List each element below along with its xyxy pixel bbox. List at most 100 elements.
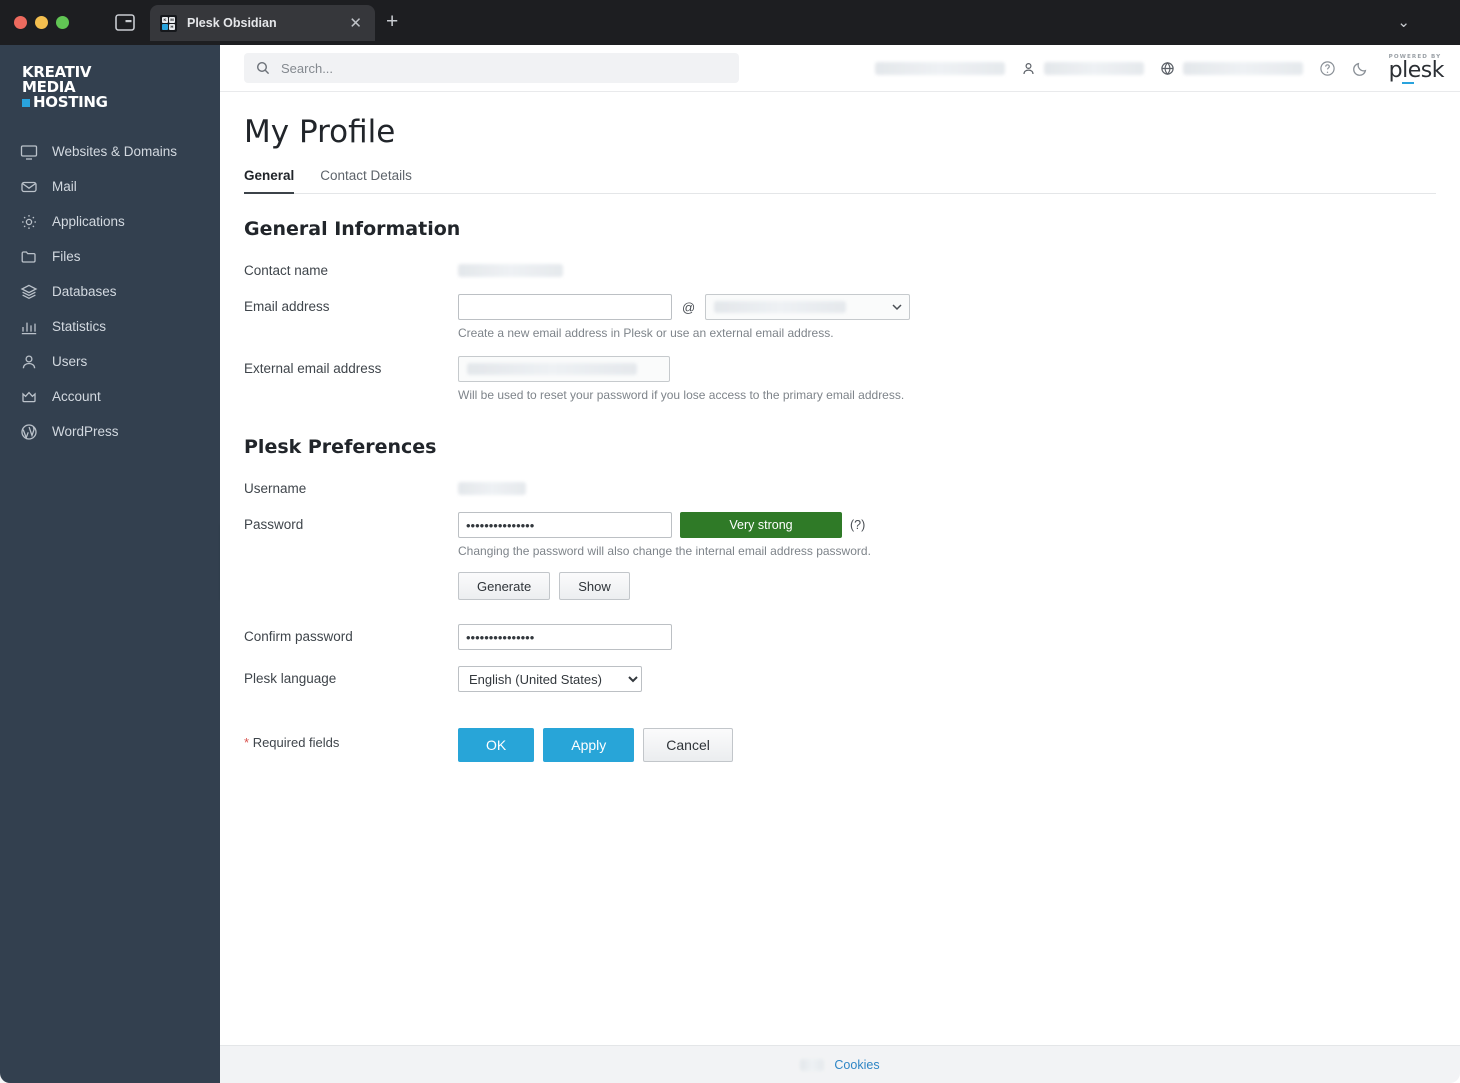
dark-mode-icon[interactable]	[1352, 60, 1369, 77]
help-icon[interactable]	[1319, 60, 1336, 77]
form-action-buttons: OK Apply Cancel	[458, 728, 1436, 762]
plesk-language-field: English (United States)	[458, 666, 1436, 692]
external-email-redacted-value	[467, 363, 637, 375]
search-box[interactable]	[244, 53, 739, 83]
favicon-kmh-icon: K M H	[160, 14, 177, 32]
favicon-cell-m: M	[169, 16, 175, 23]
show-password-button[interactable]: Show	[559, 572, 630, 600]
cookies-link[interactable]: Cookies	[834, 1058, 879, 1072]
sidebar-item-statistics[interactable]: Statistics	[0, 309, 220, 344]
sidebar-item-mail[interactable]: Mail	[0, 169, 220, 204]
row-confirm-password: Confirm password	[244, 624, 1436, 650]
plesk-wordmark-text: plesk	[1388, 58, 1445, 83]
sidebar-item-label: Websites & Domains	[52, 144, 178, 159]
browser-sidebar-icon[interactable]	[113, 11, 137, 33]
email-domain-select[interactable]	[705, 294, 911, 320]
password-input[interactable]	[458, 512, 672, 538]
window-traffic-lights	[14, 16, 69, 29]
password-field: Very strong (?) Changing the password wi…	[458, 512, 1436, 600]
ok-button[interactable]: OK	[458, 728, 535, 762]
email-address-field: @ Create a new email address in Plesk or…	[458, 294, 1436, 340]
brand-logo[interactable]: KREATIV MEDIA HOSTING	[0, 53, 220, 124]
password-buttons: Generate Show	[458, 572, 1436, 600]
new-tab-button[interactable]: +	[386, 11, 398, 32]
favicon-cell-h: H	[169, 23, 175, 30]
section-title-general-information: General Information	[244, 218, 461, 240]
search-input[interactable]	[279, 59, 727, 77]
sidebar-item-label: Databases	[52, 284, 117, 299]
close-tab-icon[interactable]: ✕	[346, 14, 365, 33]
password-strength-badge: Very strong	[680, 512, 842, 538]
password-hint: Changing the password will also change t…	[458, 544, 871, 558]
contact-name-label: Contact name	[244, 263, 329, 278]
at-sign: @	[682, 299, 696, 315]
row-contact-name: Contact name	[244, 258, 1436, 278]
email-line: @	[458, 294, 1436, 320]
required-fields-note: * Required fields	[244, 726, 458, 750]
logo-square-icon	[22, 98, 30, 107]
topbar: POWERED BY plesk	[220, 45, 1460, 92]
username-redacted-value	[458, 482, 526, 495]
browser-tab[interactable]: K M H Plesk Obsidian ✕	[150, 5, 375, 41]
required-star: *	[244, 735, 250, 750]
plesk-underline-accent	[1401, 81, 1414, 84]
page-title: My Profile	[244, 114, 396, 150]
favicon-cell-blue	[162, 23, 168, 30]
generate-password-button[interactable]: Generate	[458, 572, 551, 600]
username-value	[458, 476, 1436, 495]
password-help-link[interactable]: (?)	[850, 518, 865, 532]
sidebar-nav: Websites & Domains Mail Applications Fil…	[0, 134, 220, 449]
maximize-window-button[interactable]	[56, 16, 69, 29]
topbar-domain[interactable]	[1160, 61, 1303, 76]
password-line: Very strong (?)	[458, 512, 1436, 538]
tab-contact-details[interactable]: Contact Details	[320, 168, 412, 194]
user-icon	[1021, 61, 1036, 76]
sidebar-item-databases[interactable]: Databases	[0, 274, 220, 309]
sidebar-item-account[interactable]: Account	[0, 379, 220, 414]
gear-icon	[20, 213, 38, 231]
external-email-field: Will be used to reset your password if y…	[458, 356, 1436, 402]
sidebar-item-users[interactable]: Users	[0, 344, 220, 379]
sidebar-item-files[interactable]: Files	[0, 239, 220, 274]
external-email-label: External email address	[244, 361, 382, 376]
contact-name-value	[458, 258, 1436, 277]
envelope-icon	[20, 178, 38, 196]
sidebar-item-label: Users	[52, 354, 88, 369]
password-label: Password	[244, 517, 304, 532]
crown-icon	[20, 388, 38, 406]
sidebar-item-websites-domains[interactable]: Websites & Domains	[0, 134, 220, 169]
confirm-password-input[interactable]	[458, 624, 672, 650]
close-window-button[interactable]	[14, 16, 27, 29]
globe-icon	[1160, 61, 1175, 76]
sidebar-item-label: Mail	[52, 179, 77, 194]
email-input[interactable]	[458, 294, 672, 320]
chart-bar-icon	[20, 318, 38, 336]
logo-line-hosting-wrap: HOSTING	[22, 95, 220, 110]
plesk-language-select[interactable]: English (United States)	[458, 666, 642, 692]
logo-line-hosting: HOSTING	[33, 93, 108, 111]
search-icon	[256, 61, 270, 75]
chevron-down-icon	[892, 304, 902, 311]
sidebar-item-wordpress[interactable]: WordPress	[0, 414, 220, 449]
external-email-input[interactable]	[458, 356, 670, 382]
email-domain-redacted-value	[714, 301, 847, 313]
row-email-address: Email address @ Create a new email addre…	[244, 294, 1436, 340]
contact-name-redacted-value	[458, 264, 563, 277]
topbar-user[interactable]	[1021, 61, 1144, 76]
plesk-logo: POWERED BY plesk	[1388, 54, 1445, 84]
email-address-label: Email address	[244, 299, 330, 314]
page-content: My Profile General Contact Details Gener…	[220, 92, 1460, 1057]
topbar-redacted-server	[874, 61, 1005, 75]
confirm-password-label: Confirm password	[244, 629, 353, 644]
cancel-button[interactable]: Cancel	[643, 728, 733, 762]
wordpress-icon	[20, 423, 38, 441]
plesk-wordmark: plesk	[1388, 58, 1445, 84]
minimize-window-button[interactable]	[35, 16, 48, 29]
chevron-down-icon[interactable]: ⌄	[1397, 13, 1410, 31]
database-icon	[20, 283, 38, 301]
tab-general[interactable]: General	[244, 168, 295, 194]
username-label: Username	[244, 481, 307, 496]
row-external-email: External email address Will be used to r…	[244, 356, 1436, 402]
apply-button[interactable]: Apply	[543, 728, 635, 762]
sidebar-item-applications[interactable]: Applications	[0, 204, 220, 239]
